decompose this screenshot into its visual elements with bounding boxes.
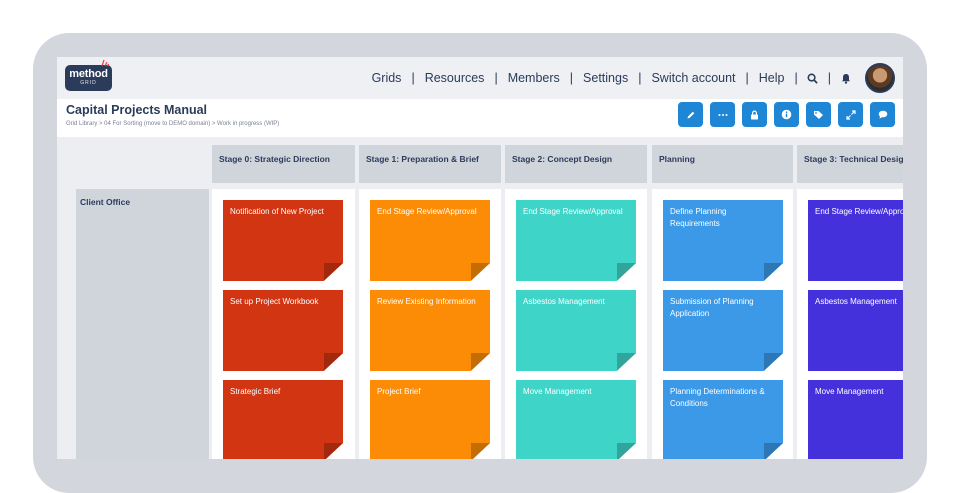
nav-resources[interactable]: Resources	[423, 71, 487, 85]
grid-column: End Stage Review/Approval Review Existin…	[359, 189, 501, 459]
page-title: Capital Projects Manual	[66, 103, 208, 117]
expand-button[interactable]	[838, 102, 863, 127]
card-fold	[617, 353, 636, 371]
grid-column: End Stage Review/Approval Asbestos Manag…	[797, 189, 903, 459]
comments-button[interactable]	[870, 102, 895, 127]
grid-column: End Stage Review/Approval Asbestos Manag…	[505, 189, 647, 459]
tags-button[interactable]	[806, 102, 831, 127]
grid-card[interactable]: Strategic Brief	[223, 380, 343, 459]
nav-separator: |	[569, 71, 574, 85]
tag-icon	[814, 110, 823, 119]
nav-separator: |	[638, 71, 642, 85]
card-fold	[764, 353, 783, 371]
comment-icon	[878, 110, 887, 119]
card-label: End Stage Review/Approval	[523, 207, 623, 216]
grid-canvas: Stage 0: Strategic Direction Stage 1: Pr…	[57, 137, 903, 459]
nav-help[interactable]: Help	[757, 71, 787, 85]
card-label: Move Management	[523, 387, 592, 396]
info-button[interactable]	[774, 102, 799, 127]
card-fold	[324, 353, 343, 371]
grid-card[interactable]: End Stage Review/Approval	[808, 200, 903, 281]
user-avatar[interactable]	[865, 63, 895, 93]
grid-card[interactable]: Move Management	[516, 380, 636, 459]
lock-button[interactable]	[742, 102, 767, 127]
card-label: Project Brief	[377, 387, 421, 396]
card-fold	[324, 443, 343, 459]
grid-card[interactable]: Project Brief	[370, 380, 490, 459]
stage-header[interactable]: Stage 3: Technical Design	[797, 145, 903, 183]
card-fold	[471, 353, 490, 371]
card-label: Set up Project Workbook	[230, 297, 319, 306]
nav-members[interactable]: Members	[506, 71, 562, 85]
card-label: Review Existing Information	[377, 297, 476, 306]
grid-card[interactable]: Asbestos Management	[516, 290, 636, 371]
grid-column: Define Planning Requirements Submission …	[652, 189, 793, 459]
grid-card[interactable]: End Stage Review/Approval	[370, 200, 490, 281]
page-header: Capital Projects Manual Grid Library > 0…	[57, 99, 903, 137]
stage-header[interactable]: Stage 2: Concept Design	[505, 145, 647, 183]
stage-header[interactable]: Stage 1: Preparation & Brief	[359, 145, 501, 183]
pencil-icon	[687, 111, 694, 118]
nav-separator: |	[745, 71, 749, 85]
card-fold	[471, 263, 490, 281]
expand-icon	[845, 109, 856, 120]
nav-separator: |	[794, 71, 798, 85]
nav-grids[interactable]: Grids	[370, 71, 404, 85]
grid-card[interactable]: Set up Project Workbook	[223, 290, 343, 371]
main-nav: Grids | Resources | Members | Settings |…	[370, 57, 895, 99]
card-fold	[324, 263, 343, 281]
grid-card[interactable]: Notification of New Project	[223, 200, 343, 281]
card-label: Move Management	[815, 387, 884, 396]
card-label: End Stage Review/Approval	[815, 207, 903, 216]
logo-spark-icon	[101, 59, 109, 67]
logo-text: method	[69, 68, 108, 80]
card-fold	[764, 263, 783, 281]
grid-card[interactable]: Submission of Planning Application	[663, 290, 783, 371]
card-label: Asbestos Management	[523, 297, 605, 306]
grid-card[interactable]: Asbestos Management	[808, 290, 903, 371]
card-label: End Stage Review/Approval	[377, 207, 477, 216]
more-icon	[718, 113, 727, 116]
grid-card[interactable]: Review Existing Information	[370, 290, 490, 371]
nav-settings[interactable]: Settings	[581, 71, 630, 85]
top-navigation: method GRID Grids | Resources | Members …	[57, 57, 903, 99]
card-label: Define Planning Requirements	[670, 207, 727, 228]
stage-header[interactable]: Stage 0: Strategic Direction	[212, 145, 355, 183]
app-screen: method GRID Grids | Resources | Members …	[57, 57, 903, 459]
card-label: Notification of New Project	[230, 207, 324, 216]
card-label: Asbestos Management	[815, 297, 897, 306]
grid-column: Notification of New Project Set up Proje…	[212, 189, 355, 459]
bell-icon[interactable]	[839, 71, 853, 85]
more-options-button[interactable]	[710, 102, 735, 127]
row-header[interactable]: Client Office	[76, 189, 209, 459]
nav-separator: |	[494, 71, 498, 85]
grid-card[interactable]: End Stage Review/Approval	[516, 200, 636, 281]
card-label: Submission of Planning Application	[670, 297, 754, 318]
nav-separator: |	[411, 71, 415, 85]
search-icon[interactable]	[806, 71, 820, 85]
card-fold	[617, 263, 636, 281]
info-icon	[781, 109, 792, 120]
lock-icon	[751, 110, 758, 119]
stage-header[interactable]: Planning	[652, 145, 793, 183]
grid-toolbar	[678, 102, 895, 127]
grid-card[interactable]: Move Management	[808, 380, 903, 459]
nav-separator: |	[827, 71, 831, 85]
grid-card[interactable]: Planning Determinations & Conditions	[663, 380, 783, 459]
nav-switch-account[interactable]: Switch account	[649, 71, 737, 85]
card-fold	[617, 443, 636, 459]
card-fold	[764, 443, 783, 459]
logo-subtext: GRID	[80, 80, 97, 86]
edit-button[interactable]	[678, 102, 703, 127]
breadcrumb[interactable]: Grid Library > 04 For Sorting (move to D…	[66, 121, 279, 127]
card-fold	[471, 443, 490, 459]
card-label: Strategic Brief	[230, 387, 281, 396]
method-grid-logo[interactable]: method GRID	[65, 59, 112, 91]
card-label: Planning Determinations & Conditions	[670, 387, 765, 408]
grid-card[interactable]: Define Planning Requirements	[663, 200, 783, 281]
